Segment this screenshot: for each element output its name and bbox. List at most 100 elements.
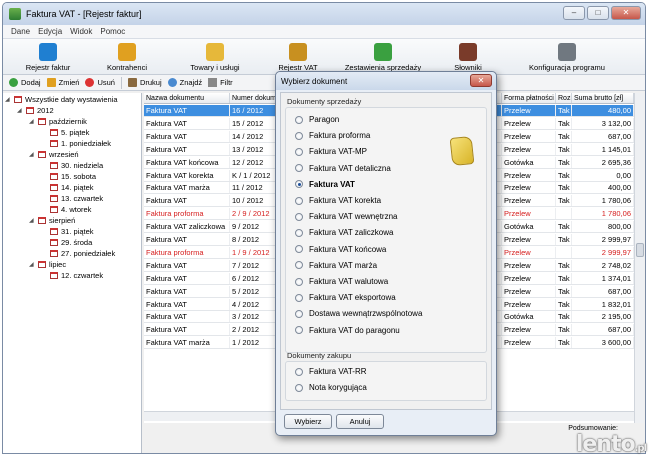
edit-button[interactable]: Zmień xyxy=(46,78,79,87)
cell-pay: Przelew xyxy=(502,143,556,155)
radio-button[interactable] xyxy=(295,309,303,318)
tree-label: wrzesień xyxy=(49,150,79,159)
sales-option-12[interactable]: Dostawa wewnątrzwspólnotowa xyxy=(295,309,422,318)
find-button[interactable]: Znajdź xyxy=(167,78,202,87)
tree-node-day[interactable]: 14. piątek xyxy=(41,183,94,192)
toolbar-button-5[interactable]: Słowniki xyxy=(429,43,507,74)
sales-option-10[interactable]: Faktura VAT walutowa xyxy=(295,277,388,286)
toolbar-button-6[interactable]: Konfiguracja programu xyxy=(507,43,627,74)
radio-button[interactable] xyxy=(295,293,303,302)
watermark-suffix: .pl xyxy=(634,443,647,454)
sales-option-1[interactable]: Faktura proforma xyxy=(295,131,370,140)
choose-button[interactable]: Wybierz xyxy=(284,414,332,429)
tree-node-day[interactable]: 13. czwartek xyxy=(41,194,103,203)
tree-node-day[interactable]: 30. niedziela xyxy=(41,161,103,170)
close-button[interactable]: ✕ xyxy=(611,6,641,20)
cell-name: Faktura proforma xyxy=(144,246,230,258)
vertical-scrollbar[interactable] xyxy=(634,93,644,423)
radio-button[interactable] xyxy=(295,326,303,335)
expand-arrow-icon[interactable]: ◢ xyxy=(17,107,23,114)
radio-button[interactable] xyxy=(295,131,303,140)
tree-node-day[interactable]: 12. czwartek xyxy=(41,271,103,280)
scroll-thumb[interactable] xyxy=(636,243,644,257)
tree-node-day[interactable]: 15. sobota xyxy=(41,172,96,181)
tree-node-month[interactable]: ◢ wrzesień xyxy=(29,150,79,159)
toolbar-label: Kontrahenci xyxy=(106,63,148,72)
radio-button[interactable] xyxy=(295,115,303,124)
dialog-close-button[interactable]: ✕ xyxy=(470,74,492,87)
calendar-icon xyxy=(38,217,46,224)
expand-arrow-icon[interactable]: ◢ xyxy=(29,217,35,224)
cell-num: 2 / 2012 xyxy=(230,324,276,336)
cell-sum: 3 132,00 xyxy=(572,117,634,129)
expand-arrow-icon[interactable]: ◢ xyxy=(29,151,35,158)
sales-option-9[interactable]: Faktura VAT marża xyxy=(295,261,377,270)
radio-button[interactable] xyxy=(295,228,303,237)
radio-button[interactable] xyxy=(295,147,303,156)
tree-node-day[interactable]: 4. wtorek xyxy=(41,205,91,214)
radio-button[interactable] xyxy=(295,212,303,221)
delete-button[interactable]: Usuń xyxy=(85,78,115,87)
col-header-settled[interactable]: Rozlic xyxy=(556,93,572,103)
sales-option-5[interactable]: Faktura VAT korekta xyxy=(295,196,381,205)
expand-arrow-icon[interactable]: ◢ xyxy=(5,96,11,103)
tree-node-day[interactable]: 29. środa xyxy=(41,238,92,247)
col-header-payment[interactable]: Forma płatności xyxy=(502,93,556,103)
filter-button[interactable]: Filtr xyxy=(208,78,233,87)
col-header-gross[interactable]: Suma brutto [zł] xyxy=(572,93,634,103)
purchase-option-0[interactable]: Faktura VAT-RR xyxy=(295,367,367,376)
expand-arrow-icon[interactable]: ◢ xyxy=(29,118,35,125)
sales-option-7[interactable]: Faktura VAT zaliczkowa xyxy=(295,228,393,237)
sales-option-2[interactable]: Faktura VAT-MP xyxy=(295,147,367,156)
sales-option-11[interactable]: Faktura VAT eksportowa xyxy=(295,293,396,302)
tree-node-month[interactable]: ◢ sierpień xyxy=(29,216,75,225)
expand-arrow-icon[interactable]: ◢ xyxy=(29,261,35,268)
tree-node-day[interactable]: 27. poniedziałek xyxy=(41,249,115,258)
sales-option-0[interactable]: Paragon xyxy=(295,115,339,124)
print-button[interactable]: Drukuj xyxy=(127,78,162,87)
col-header-number[interactable]: Numer dokum xyxy=(230,93,276,103)
menu-dane[interactable]: Dane xyxy=(11,27,30,36)
toolbar-button-3[interactable]: Rejestr VAT xyxy=(259,43,337,74)
tree-node-all-dates[interactable]: ◢ Wszystkie daty wystawienia xyxy=(5,95,118,104)
toolbar-icon xyxy=(374,43,392,61)
cancel-button[interactable]: Anuluj xyxy=(336,414,384,429)
toolbar-button-4[interactable]: Zestawienia sprzedaży xyxy=(337,43,429,74)
menu-pomoc[interactable]: Pomoc xyxy=(100,27,125,36)
tree-node-day[interactable]: 1. poniedziałek xyxy=(41,139,111,148)
sales-option-6[interactable]: Faktura VAT wewnętrzna xyxy=(295,212,397,221)
lento-watermark: lento.pl xyxy=(575,432,647,457)
toolbar-button-1[interactable]: Kontrahenci xyxy=(83,43,171,74)
toolbar-button-0[interactable]: Rejestr faktur xyxy=(13,43,83,74)
purchase-option-1[interactable]: Nota korygująca xyxy=(295,383,367,392)
menu-edycja[interactable]: Edycja xyxy=(38,27,62,36)
sales-option-13[interactable]: Faktura VAT do paragonu xyxy=(295,326,400,335)
menu-widok[interactable]: Widok xyxy=(70,27,92,36)
cell-num: 10 / 2012 xyxy=(230,195,276,207)
radio-button[interactable] xyxy=(295,164,303,173)
radio-button[interactable] xyxy=(295,383,303,392)
tree-node-month[interactable]: ◢ lipiec xyxy=(29,260,66,269)
cell-pay: Przelew xyxy=(502,117,556,129)
minimize-button[interactable]: – xyxy=(563,6,585,20)
add-button[interactable]: Dodaj xyxy=(9,78,41,87)
col-header-name[interactable]: Nazwa dokumentu xyxy=(144,93,230,103)
cell-pay: Przelew xyxy=(502,259,556,271)
radio-button[interactable] xyxy=(295,196,303,205)
option-label: Faktura VAT do paragonu xyxy=(309,325,400,335)
cell-rozl: Tak xyxy=(556,285,572,297)
toolbar-button-2[interactable]: Towary i usługi xyxy=(171,43,259,74)
radio-button[interactable] xyxy=(295,367,303,376)
radio-button[interactable] xyxy=(295,261,303,270)
tree-node-day[interactable]: 31. piątek xyxy=(41,227,94,236)
maximize-button[interactable]: □ xyxy=(587,6,609,20)
radio-button[interactable] xyxy=(295,277,303,286)
tree-node-year[interactable]: ◢ 2012 xyxy=(17,106,54,115)
tree-node-month[interactable]: ◢ październik xyxy=(29,117,87,126)
sales-option-3[interactable]: Faktura VAT detaliczna xyxy=(295,164,391,173)
radio-button[interactable] xyxy=(295,245,303,254)
sales-option-4[interactable]: Faktura VAT xyxy=(295,180,355,189)
tree-node-day[interactable]: 5. piątek xyxy=(41,128,89,137)
radio-button[interactable] xyxy=(295,180,303,189)
sales-option-8[interactable]: Faktura VAT końcowa xyxy=(295,245,386,254)
